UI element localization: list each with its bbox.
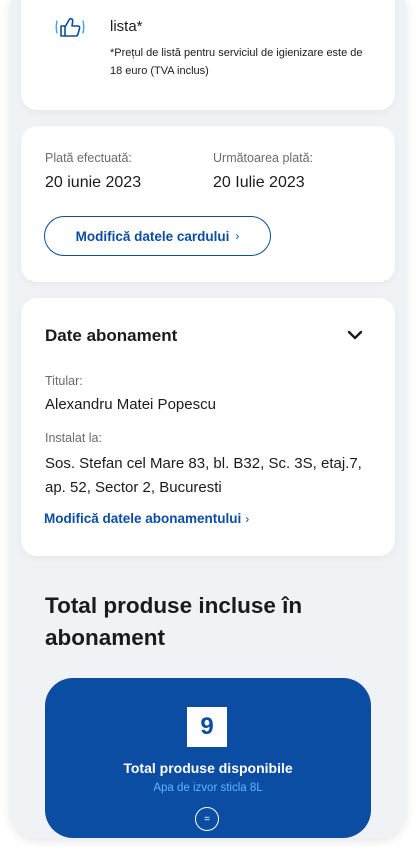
equals-icon[interactable]: = bbox=[195, 807, 219, 831]
products-card-subtitle: Apa de izvor sticla 8L bbox=[153, 782, 263, 794]
modify-subscription-link-label: Modifică datele abonamentului bbox=[44, 511, 242, 526]
modify-subscription-link[interactable]: Modifică datele abonamentului › bbox=[44, 511, 249, 526]
products-card-title: Total produse disponibile bbox=[123, 760, 293, 776]
chevron-right-icon: › bbox=[235, 229, 240, 243]
modify-card-button-label: Modifică datele cardului bbox=[75, 228, 230, 244]
hand-thumbs-up-icon bbox=[55, 17, 85, 37]
subscription-title: Date abonament bbox=[45, 326, 178, 345]
products-summary-card: 9 Total produse disponibile Apa de izvor… bbox=[45, 678, 371, 838]
modify-card-button[interactable]: Modifică datele cardului › bbox=[44, 216, 271, 256]
installed-label: Instalat la: bbox=[45, 431, 102, 445]
screen-frame: lista* *Prețul de listă pentru serviciul… bbox=[10, 0, 406, 838]
holder-value: Alexandru Matei Popescu bbox=[45, 396, 216, 413]
installed-value: Sos. Stefan cel Mare 83, bl. B32, Sc. 3S… bbox=[45, 455, 362, 496]
payment-made-value: 20 iunie 2023 bbox=[45, 174, 142, 191]
payment-card bbox=[21, 126, 395, 282]
payment-made-label: Plată efectuată: bbox=[45, 151, 132, 165]
products-heading: Total produse incluse în abonament bbox=[45, 593, 303, 650]
holder-label: Titular: bbox=[45, 374, 83, 388]
products-count: 9 bbox=[187, 707, 227, 747]
price-list-note: *Prețul de listă pentru serviciul de igi… bbox=[110, 47, 363, 77]
price-list-title: lista* bbox=[110, 18, 143, 35]
chevron-right-icon: › bbox=[245, 512, 250, 526]
next-payment-value: 20 Iulie 2023 bbox=[213, 174, 305, 191]
chevron-down-icon[interactable] bbox=[344, 324, 366, 346]
next-payment-label: Următoarea plată: bbox=[213, 151, 314, 165]
